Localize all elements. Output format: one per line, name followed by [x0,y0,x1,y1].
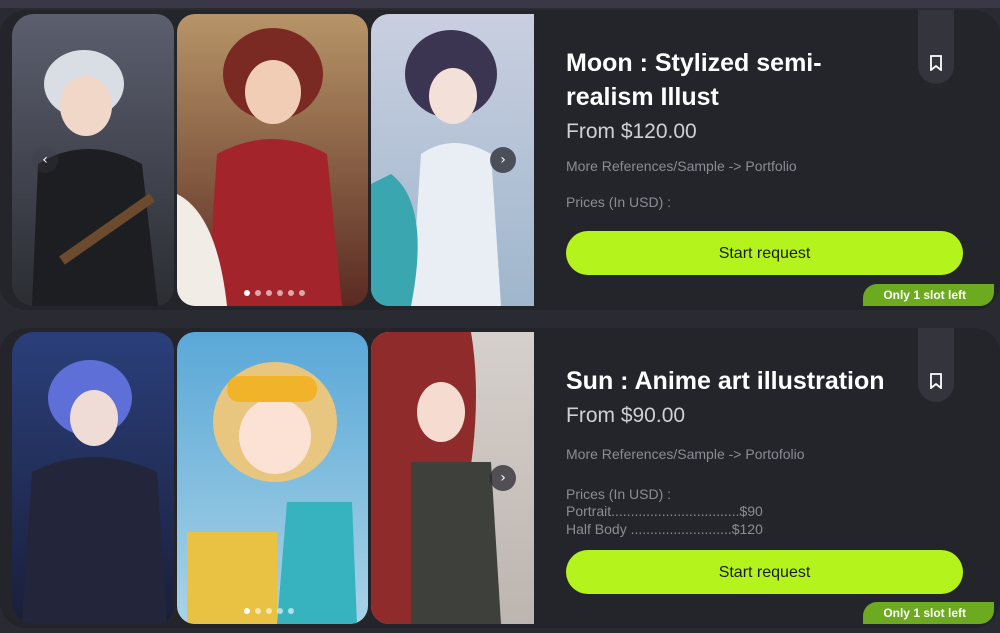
bookmark-icon [930,55,942,71]
commission-price: From $120.00 [566,120,697,143]
carousel-dot[interactable] [244,290,250,296]
image-carousel[interactable]: ‹ › [12,14,534,306]
carousel-dot[interactable] [266,608,272,614]
artwork-thumbnail[interactable]: › [371,332,534,624]
price-line-portrait: Portrait................................… [566,503,763,519]
carousel-dot[interactable] [299,290,305,296]
carousel-dot[interactable] [266,290,272,296]
commission-title: Sun : Anime art illustration [566,367,885,395]
bookmark-button[interactable] [918,10,954,84]
references-text: More References/Sample -> Portofolio [566,446,805,462]
bookmark-button[interactable] [918,328,954,402]
carousel-pagination [244,290,305,296]
references-text: More References/Sample -> Portfolio [566,158,797,174]
carousel-pagination [244,608,294,614]
start-request-button[interactable]: Start request [566,550,963,594]
card-details: Sun : Anime art illustration From $90.00… [566,328,976,628]
slot-availability-badge: Only 1 slot left [863,602,994,624]
slot-availability-badge: Only 1 slot left [863,284,994,306]
commission-card: › Sun : Anime art illustration From $90.… [0,328,1000,628]
carousel-dot[interactable] [277,290,283,296]
carousel-next-button[interactable]: › [490,465,516,491]
carousel-dot[interactable] [244,608,250,614]
price-line-half-body: Half Body ..........................$120 [566,521,763,537]
artwork-thumbnail[interactable]: ‹ [12,14,174,306]
prices-heading: Prices (In USD) : [566,194,672,210]
bookmark-icon [930,373,942,389]
carousel-dot[interactable] [255,290,261,296]
artwork-thumbnail[interactable] [177,14,368,306]
carousel-prev-button[interactable]: ‹ [32,147,58,173]
carousel-dot[interactable] [277,608,283,614]
top-bar [0,0,1000,8]
carousel-dot[interactable] [288,608,294,614]
image-carousel[interactable]: › [12,332,534,624]
start-request-button[interactable]: Start request [566,231,963,275]
artwork-thumbnail[interactable]: › [371,14,534,306]
artwork-thumbnail[interactable] [177,332,368,624]
carousel-next-button[interactable]: › [490,147,516,173]
carousel-dot[interactable] [255,608,261,614]
artwork-thumbnail[interactable] [12,332,174,624]
carousel-dot[interactable] [288,290,294,296]
commission-title: Moon : Stylized semi-realism Illust [566,49,822,111]
prices-heading: Prices (In USD) : [566,486,672,502]
commission-price: From $90.00 [566,404,686,427]
commission-card: ‹ › Moon: Stylized semi-realism Illust … [0,10,1000,310]
card-details: Moon : Stylized semi-realism Illust From… [566,10,976,310]
